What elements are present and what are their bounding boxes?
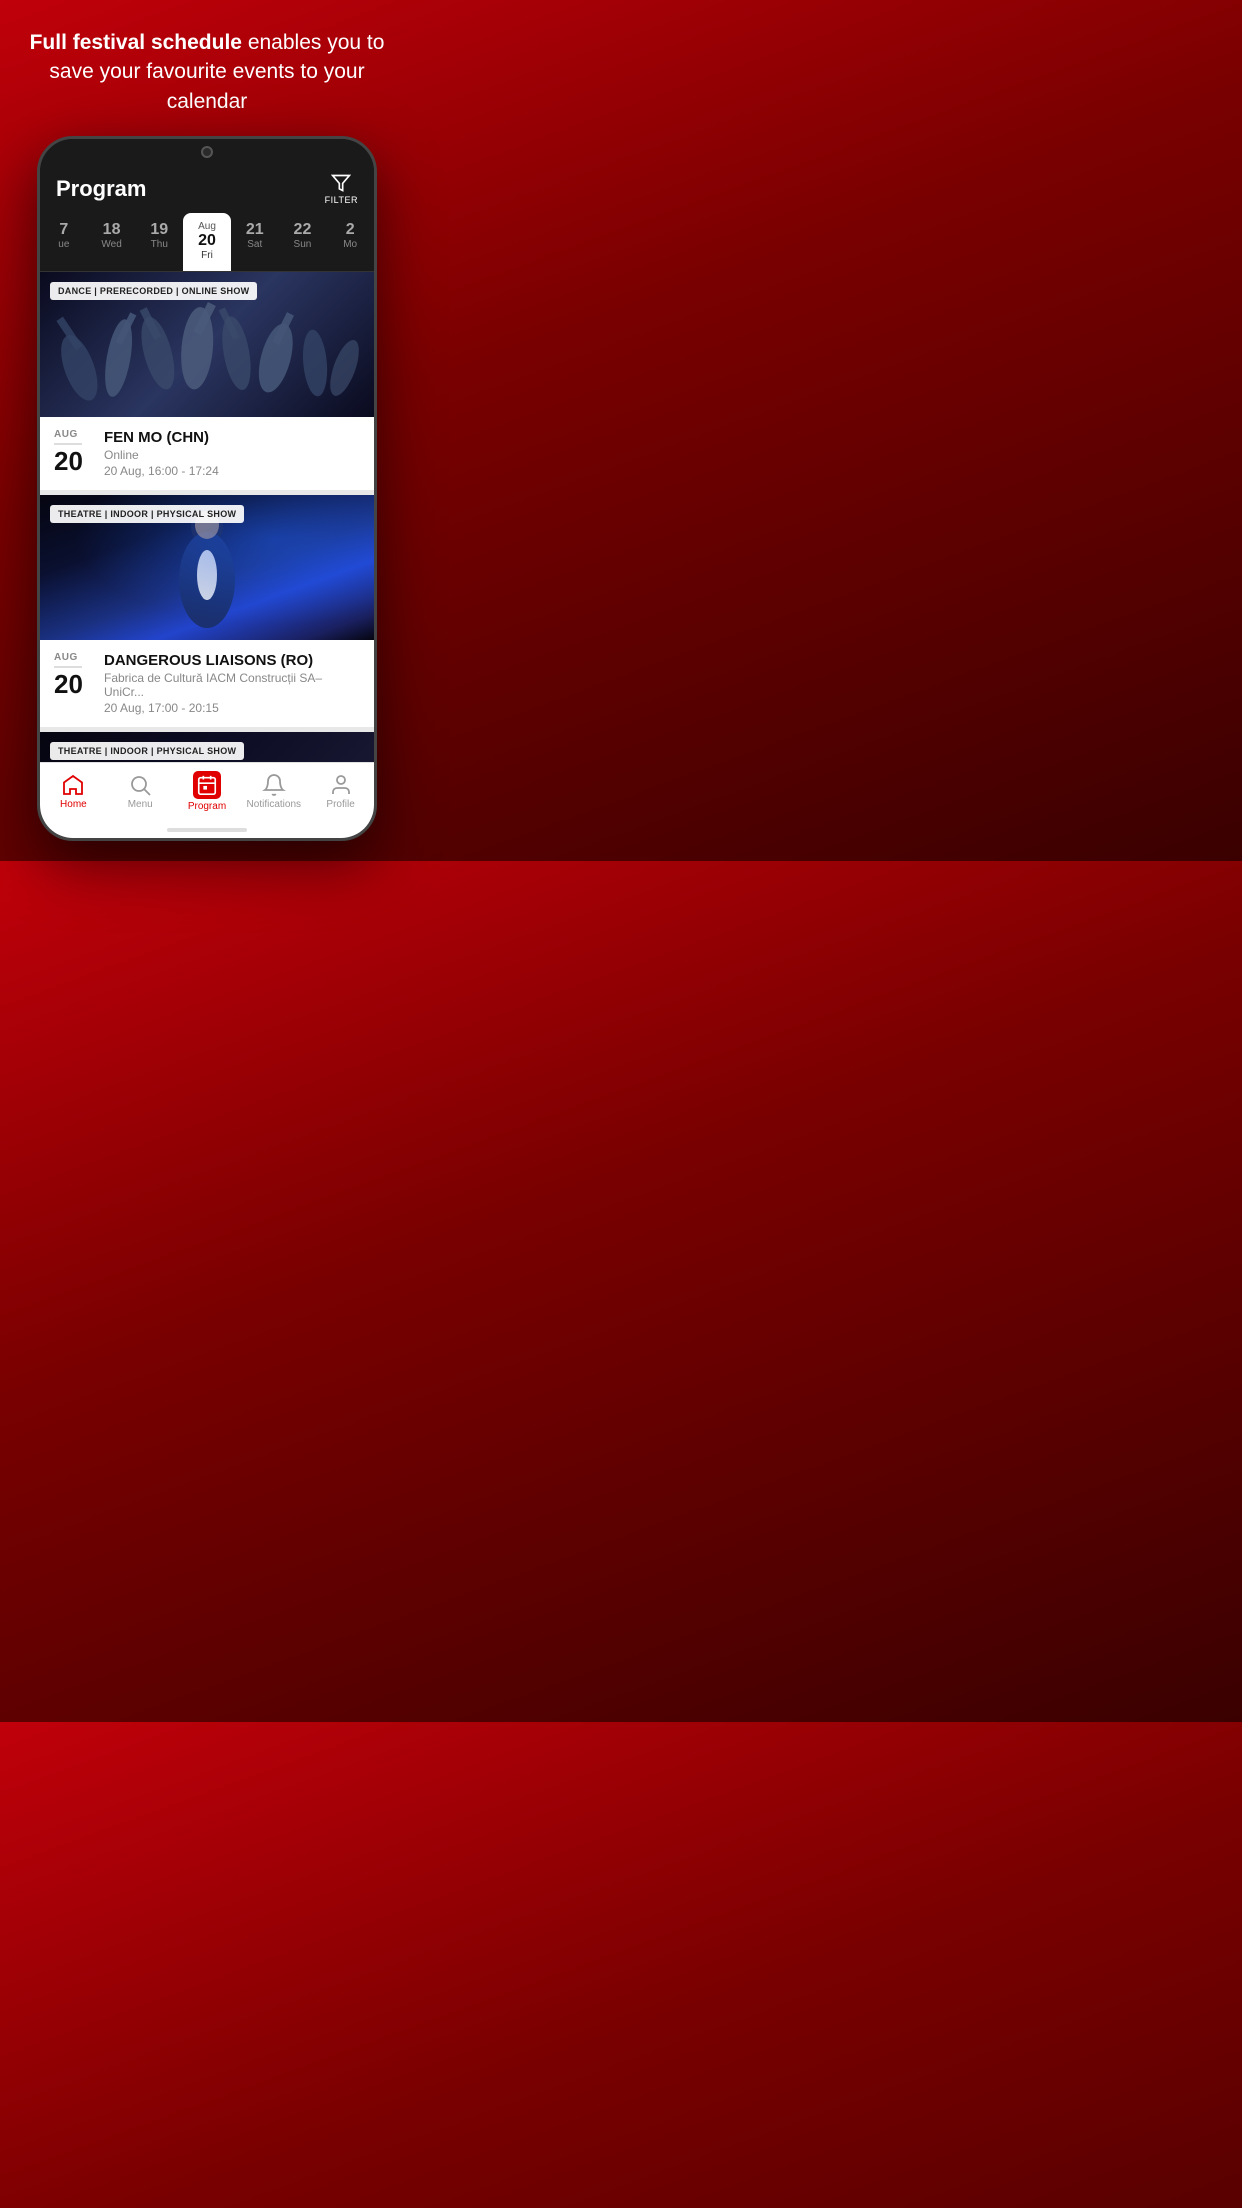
date-day-name: ue bbox=[58, 239, 69, 250]
date-day-name: Sat bbox=[247, 239, 262, 250]
events-scroll-area[interactable]: DANCE | PRERECORDED | ONLINE SHOW AUG 20… bbox=[40, 272, 374, 762]
event-time-dance: 20 Aug, 16:00 - 17:24 bbox=[104, 464, 360, 478]
event-card-theatre2[interactable]: THEATRE | INDOOR | PHYSICAL SHOW bbox=[40, 732, 374, 762]
filter-label: FILTER bbox=[325, 195, 358, 205]
date-day-num: 22 bbox=[294, 221, 312, 239]
date-day-name: Mo bbox=[343, 239, 357, 250]
hero-bold: Full festival schedule bbox=[30, 31, 242, 54]
event-venue-theatre: Fabrica de Cultură IACM Construcții SA– … bbox=[104, 671, 360, 699]
nav-item-profile[interactable]: Profile bbox=[307, 773, 374, 810]
event-info-theatre: AUG 20 DANGEROUS LIAISONS (RO) Fabrica d… bbox=[40, 640, 374, 727]
event-card-dance[interactable]: DANCE | PRERECORDED | ONLINE SHOW AUG 20… bbox=[40, 272, 374, 490]
event-tag-dance: DANCE | PRERECORDED | ONLINE SHOW bbox=[50, 282, 257, 300]
hero-section: Full festival schedule enables you to sa… bbox=[0, 0, 414, 136]
event-day-theatre: 20 bbox=[54, 671, 83, 697]
dance-figures-svg bbox=[40, 287, 374, 417]
event-info-dance: AUG 20 FEN MO (CHN) Online 20 Aug, 16:00… bbox=[40, 417, 374, 490]
event-time-theatre: 20 Aug, 17:00 - 20:15 bbox=[104, 701, 360, 715]
event-day-dance: 20 bbox=[54, 448, 83, 474]
search-icon bbox=[128, 773, 152, 797]
date-selector: 7 ue 18 Wed 19 Thu Aug 20 Fri 21 Sat 22 … bbox=[40, 213, 374, 272]
date-item-22[interactable]: 22 Sun bbox=[279, 213, 327, 271]
event-title-theatre: DANGEROUS LIAISONS (RO) bbox=[104, 652, 360, 669]
event-image-wrapper-theatre2: THEATRE | INDOOR | PHYSICAL SHOW bbox=[40, 732, 374, 762]
menu-label: Menu bbox=[128, 799, 153, 810]
event-card-theatre[interactable]: THEATRE | INDOOR | PHYSICAL SHOW AUG 20 … bbox=[40, 495, 374, 727]
event-tag-theatre: THEATRE | INDOOR | PHYSICAL SHOW bbox=[50, 505, 244, 523]
calendar-icon bbox=[193, 771, 221, 799]
event-venue-dance: Online bbox=[104, 448, 360, 462]
bottom-nav: Home Menu Program bbox=[40, 762, 374, 822]
bell-icon bbox=[262, 773, 286, 797]
nav-item-program[interactable]: Program bbox=[174, 771, 241, 812]
date-day-name-active: Fri bbox=[201, 250, 213, 261]
event-date-theatre: AUG 20 bbox=[54, 652, 92, 697]
user-icon bbox=[329, 773, 353, 797]
filter-icon bbox=[331, 173, 351, 193]
event-tag-theatre2: THEATRE | INDOOR | PHYSICAL SHOW bbox=[50, 742, 244, 760]
event-title-dance: FEN MO (CHN) bbox=[104, 429, 360, 446]
date-day-name: Sun bbox=[294, 239, 312, 250]
filter-button[interactable]: FILTER bbox=[325, 173, 358, 205]
event-details-theatre: DANGEROUS LIAISONS (RO) Fabrica de Cultu… bbox=[104, 652, 360, 715]
date-item-17[interactable]: 7 ue bbox=[40, 213, 88, 271]
date-divider2 bbox=[54, 666, 82, 668]
home-icon bbox=[61, 773, 85, 797]
date-day-num: 18 bbox=[103, 221, 121, 239]
date-item-18[interactable]: 18 Wed bbox=[88, 213, 136, 271]
home-label: Home bbox=[60, 799, 87, 810]
nav-item-home[interactable]: Home bbox=[40, 773, 107, 810]
date-item-21[interactable]: 21 Sat bbox=[231, 213, 279, 271]
date-day-name: Wed bbox=[101, 239, 121, 250]
date-day-num: 2 bbox=[346, 221, 355, 239]
program-label: Program bbox=[188, 801, 226, 812]
event-details-dance: FEN MO (CHN) Online 20 Aug, 16:00 - 17:2… bbox=[104, 429, 360, 478]
nav-item-menu[interactable]: Menu bbox=[107, 773, 174, 810]
date-item-next[interactable]: 2 Mo bbox=[326, 213, 374, 271]
profile-label: Profile bbox=[326, 799, 354, 810]
notifications-label: Notifications bbox=[247, 799, 301, 810]
event-image-wrapper-theatre: THEATRE | INDOOR | PHYSICAL SHOW bbox=[40, 495, 374, 640]
event-date-dance: AUG 20 bbox=[54, 429, 92, 474]
phone-bottom-bar bbox=[40, 822, 374, 838]
app-title: Program bbox=[56, 176, 146, 202]
date-day-name: Thu bbox=[151, 239, 168, 250]
phone-camera bbox=[201, 146, 213, 158]
date-month-active: Aug bbox=[198, 221, 216, 232]
nav-item-notifications[interactable]: Notifications bbox=[240, 773, 307, 810]
date-day-num: 7 bbox=[59, 221, 68, 239]
date-item-19[interactable]: 19 Thu bbox=[135, 213, 183, 271]
date-item-20-active[interactable]: Aug 20 Fri bbox=[183, 213, 231, 271]
date-day-num: 21 bbox=[246, 221, 264, 239]
date-day-num-active: 20 bbox=[198, 232, 216, 250]
event-month-dance: AUG bbox=[54, 429, 78, 440]
date-day-num: 19 bbox=[150, 221, 168, 239]
date-divider bbox=[54, 443, 82, 445]
event-image-wrapper-dance: DANCE | PRERECORDED | ONLINE SHOW bbox=[40, 272, 374, 417]
phone-top-bar bbox=[40, 139, 374, 165]
app-header: Program FILTER bbox=[40, 165, 374, 213]
phone-frame: Program FILTER 7 ue 18 Wed 19 Thu Aug 20 bbox=[37, 136, 377, 841]
event-month-theatre: AUG bbox=[54, 652, 78, 663]
